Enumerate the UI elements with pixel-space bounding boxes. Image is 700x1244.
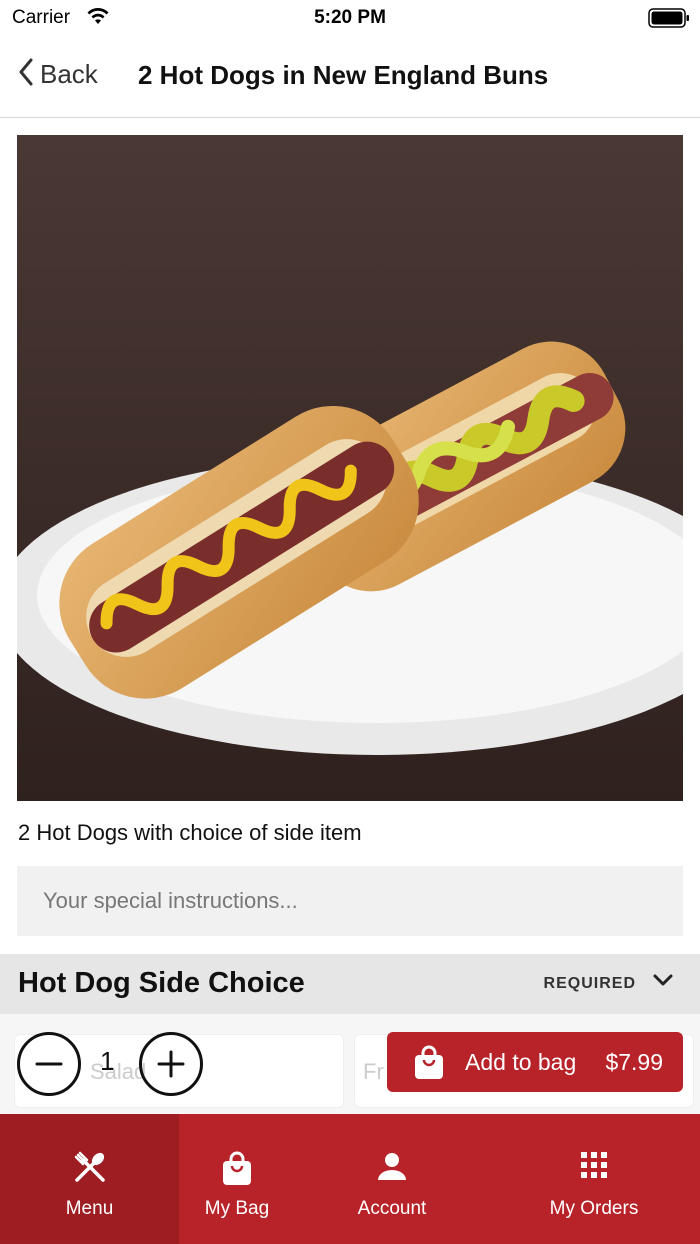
chevron-down-icon [652, 972, 674, 993]
back-label: Back [40, 59, 98, 89]
tab-label: Menu [65, 1198, 114, 1219]
decrease-quantity-button[interactable] [17, 1032, 81, 1096]
chevron-left-icon [18, 58, 34, 91]
back-button[interactable]: Back [18, 58, 98, 91]
item-description: 2 Hot Dogs with choice of side item [18, 820, 362, 845]
utensils-icon [73, 1150, 107, 1189]
plus-icon [157, 1050, 185, 1078]
tab-bar: Menu My Bag Account My Orders [0, 1114, 700, 1244]
minus-icon [35, 1062, 63, 1066]
special-instructions-input[interactable] [17, 866, 683, 936]
status-bar: Carrier 5:20 PM [0, 0, 700, 36]
add-to-bag-label: Add to bag [465, 1049, 577, 1075]
side-choice-header[interactable]: Hot Dog Side Choice REQUIRED [0, 954, 700, 1014]
tab-label: Account [357, 1198, 427, 1219]
tab-account[interactable]: Account [320, 1114, 464, 1244]
tab-my-orders[interactable]: My Orders [520, 1114, 668, 1244]
person-icon [376, 1150, 408, 1187]
side-option-label: Fr [363, 1059, 384, 1084]
add-to-bag-button[interactable]: Add to bag $7.99 [387, 1032, 683, 1092]
clock: 5:20 PM [314, 7, 386, 28]
increase-quantity-button[interactable] [139, 1032, 203, 1096]
tab-label: My Bag [204, 1198, 270, 1219]
navigation-bar: Back 2 Hot Dogs in New England Buns [0, 36, 700, 118]
quantity-value: 1 [100, 1046, 115, 1076]
battery-icon [648, 8, 690, 33]
required-badge: REQUIRED [543, 975, 636, 992]
tab-my-bag[interactable]: My Bag [179, 1114, 295, 1244]
shopping-bag-icon [413, 1044, 445, 1085]
shopping-bag-icon [221, 1150, 253, 1191]
tab-menu[interactable]: Menu [0, 1114, 179, 1244]
tab-label: My Orders [549, 1198, 639, 1219]
total-price: $7.99 [605, 1049, 663, 1075]
product-image [17, 135, 683, 801]
page-title: 2 Hot Dogs in New England Buns [138, 60, 549, 90]
side-option-label: Salad [90, 1059, 147, 1084]
grid-icon [579, 1150, 609, 1185]
section-title: Hot Dog Side Choice [18, 967, 305, 999]
